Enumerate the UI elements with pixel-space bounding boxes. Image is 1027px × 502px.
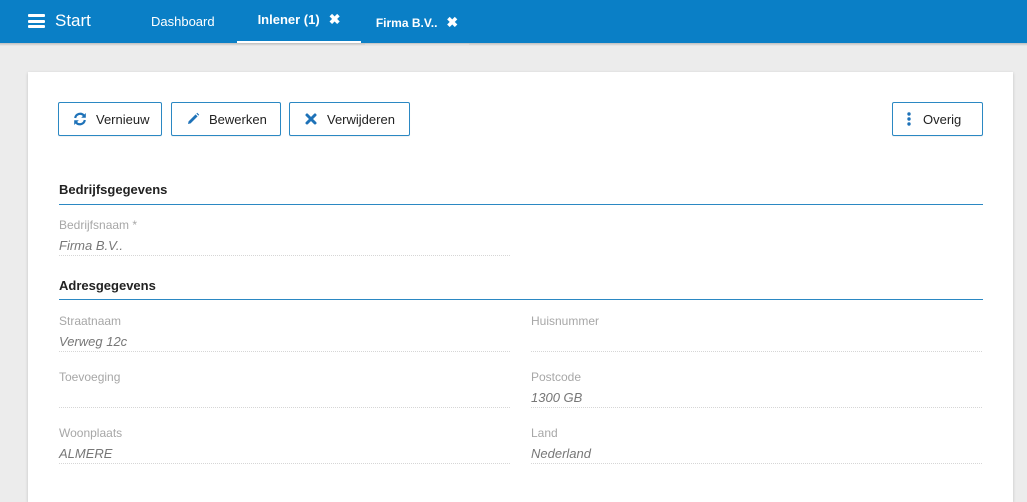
close-icon <box>304 112 318 126</box>
tab-firma[interactable]: Firma B.V.. ✖ <box>365 2 469 45</box>
street-value: Verweg 12c <box>59 334 128 349</box>
refresh-icon <box>73 112 87 126</box>
tab-dashboard-label: Dashboard <box>151 14 215 29</box>
house-number-label: Huisnummer <box>531 314 600 328</box>
field-underline <box>59 407 510 408</box>
field-underline <box>531 463 982 464</box>
delete-button[interactable]: Verwijderen <box>289 102 410 136</box>
field-underline <box>531 351 982 352</box>
section-divider-address <box>59 299 983 300</box>
tab-firma-close-icon[interactable]: ✖ <box>446 14 458 31</box>
country-value: Nederland <box>531 446 591 461</box>
street-label: Straatnaam <box>59 314 122 328</box>
section-title-company: Bedrijfsgegevens <box>59 182 168 197</box>
tab-dashboard[interactable]: Dashboard <box>151 0 215 43</box>
start-menu-button[interactable]: Start <box>28 10 91 32</box>
edit-button[interactable]: Bewerken <box>171 102 281 136</box>
refresh-button[interactable]: Vernieuw <box>58 102 162 136</box>
pencil-icon <box>186 112 200 126</box>
field-underline <box>59 463 510 464</box>
detail-card: Vernieuw Bewerken Verwijderen Overig Bed… <box>28 72 1013 502</box>
postcode-field: Postcode 1300 GB <box>531 370 982 427</box>
postcode-value: 1300 GB <box>531 390 583 405</box>
tab-inlener[interactable]: Inlener (1) ✖ <box>237 0 361 43</box>
street-field: Straatnaam Verweg 12c <box>59 314 510 371</box>
addition-label: Toevoeging <box>59 370 121 384</box>
company-name-value: Firma B.V.. <box>59 238 124 253</box>
country-label: Land <box>531 426 558 440</box>
city-value: ALMERE <box>59 446 113 461</box>
top-navigation-bar: Start Dashboard Inlener (1) ✖ Firma B.V.… <box>0 0 1027 46</box>
city-label: Woonplaats <box>59 426 123 440</box>
tab-inlener-label: Inlener (1) <box>257 12 320 27</box>
hamburger-menu-icon <box>28 14 45 28</box>
start-menu-label: Start <box>55 11 91 30</box>
refresh-button-label: Vernieuw <box>96 111 150 127</box>
house-number-field: Huisnummer <box>531 314 982 371</box>
tab-firma-label: Firma B.V.. <box>375 15 438 30</box>
edit-button-label: Bewerken <box>209 111 267 127</box>
tab-inlener-close-icon[interactable]: ✖ <box>329 11 341 28</box>
section-divider-company <box>59 204 983 205</box>
addition-field: Toevoeging <box>59 370 510 427</box>
company-name-label: Bedrijfsnaam * <box>59 218 138 232</box>
field-underline <box>59 255 510 256</box>
vertical-ellipsis-icon <box>907 112 911 126</box>
more-options-button[interactable]: Overig <box>892 102 983 136</box>
postcode-label: Postcode <box>531 370 582 384</box>
country-field: Land Nederland <box>531 426 982 483</box>
more-options-button-label: Overig <box>923 111 962 127</box>
field-underline <box>59 351 510 352</box>
delete-button-label: Verwijderen <box>327 111 395 127</box>
company-name-field: Bedrijfsnaam * Firma B.V.. <box>59 218 510 275</box>
field-underline <box>531 407 982 408</box>
section-title-address: Adresgegevens <box>59 278 156 293</box>
topbar-shadow <box>0 43 1027 46</box>
city-field: Woonplaats ALMERE <box>59 426 510 483</box>
